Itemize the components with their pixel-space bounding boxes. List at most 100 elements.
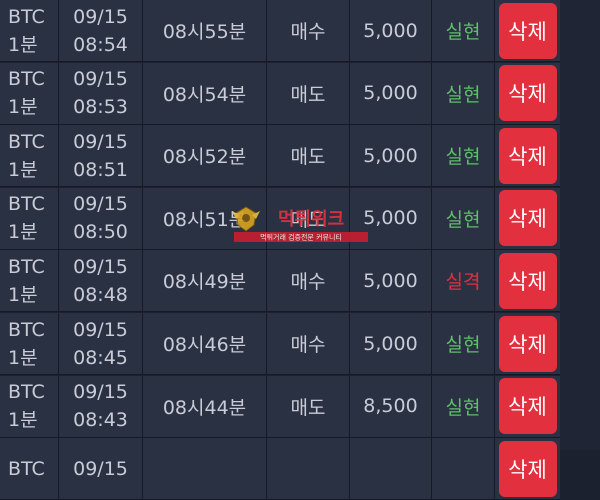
trade-result: 실현: [445, 208, 481, 231]
table-row: BTC 1분 09/15 08:45 08시46분 매수 5,000 실현 삭제: [0, 313, 560, 375]
datetime-cell: 09/15 08:48: [59, 250, 143, 313]
trade-result: 실현: [445, 396, 481, 419]
table-row: BTC 1분 09/15 08:51 08시52분 매도 5,000 실현 삭제: [0, 125, 560, 188]
table-row: BTC 1분 09/15 08:43 08시44분 매도 8,500 실현 삭제: [0, 375, 560, 438]
table-row: BTC 09/15 삭제: [0, 438, 560, 500]
symbol-cell: BTC 1분: [0, 0, 59, 62]
delete-button[interactable]: 삭제: [498, 378, 557, 435]
symbol-name: BTC: [8, 457, 45, 480]
trade-amount: 5,000: [363, 269, 418, 292]
trade-clock: 08:43: [73, 409, 128, 432]
datetime-cell: 09/15 08:45: [59, 313, 143, 375]
symbol-name: BTC: [8, 255, 45, 278]
trade-side: 매수: [290, 271, 326, 294]
action-cell: 삭제: [495, 438, 560, 500]
result-cell: 실현: [432, 125, 495, 188]
round-cell: 08시54분: [143, 62, 267, 125]
trade-side: 매도: [290, 396, 326, 419]
round-time: 08시55분: [162, 21, 247, 43]
datetime-cell: 09/15 08:43: [59, 375, 143, 438]
scroll-track[interactable]: [560, 0, 600, 450]
trade-result: 실현: [445, 146, 481, 169]
round-time: 08시49분: [162, 271, 247, 294]
delete-button[interactable]: 삭제: [498, 190, 557, 247]
trade-date: 09/15: [73, 5, 128, 28]
trade-clock: 08:48: [73, 283, 128, 306]
round-cell: 08시49분: [143, 250, 267, 313]
symbol-cell: BTC 1분: [0, 187, 59, 250]
side-cell: 매도: [267, 125, 350, 188]
round-time: 08시54분: [162, 83, 247, 106]
round-cell: [143, 438, 267, 500]
symbol-interval: 1분: [8, 283, 38, 306]
datetime-cell: 09/15 08:53: [59, 62, 143, 125]
symbol-name: BTC: [8, 193, 45, 216]
symbol-cell: BTC 1분: [0, 125, 59, 188]
symbol-name: BTC: [8, 381, 45, 404]
side-cell: 매도: [267, 62, 350, 125]
delete-button[interactable]: 삭제: [498, 65, 557, 122]
datetime-cell: 09/15 08:54: [59, 0, 143, 62]
result-cell: 실현: [432, 62, 495, 125]
trade-date: 09/15: [73, 193, 128, 216]
amount-cell: 5,000: [350, 62, 432, 125]
amount-cell: [350, 438, 432, 500]
result-cell: 실현: [432, 313, 495, 375]
trade-clock: 08:51: [73, 158, 128, 181]
trade-result: 실격: [445, 271, 481, 294]
symbol-name: BTC: [8, 68, 45, 91]
symbol-cell: BTC 1분: [0, 62, 59, 125]
action-cell: 삭제: [495, 188, 560, 250]
gold-wing-badge-icon: [232, 206, 260, 232]
round-time: 08시44분: [162, 396, 247, 419]
side-cell: 매수: [267, 0, 350, 62]
delete-button[interactable]: 삭제: [498, 2, 557, 59]
amount-cell: 5,000: [350, 125, 432, 188]
action-cell: 삭제: [495, 63, 560, 125]
round-cell: 08시44분: [143, 375, 267, 438]
symbol-interval: 1분: [8, 158, 38, 181]
symbol-interval: 1분: [8, 346, 38, 369]
symbol-cell: BTC 1분: [0, 375, 59, 438]
result-cell: 실현: [432, 375, 495, 438]
trade-date: 09/15: [73, 457, 128, 480]
delete-button[interactable]: 삭제: [498, 127, 557, 184]
round-cell: 08시46분: [143, 313, 267, 375]
symbol-cell: BTC 1분: [0, 313, 59, 375]
trade-result: 실현: [445, 83, 481, 106]
trade-date: 09/15: [73, 381, 128, 404]
delete-button[interactable]: 삭제: [498, 252, 557, 309]
action-cell: 삭제: [495, 250, 560, 313]
trade-amount: 5,000: [363, 332, 418, 355]
datetime-cell: 09/15: [59, 438, 143, 500]
side-cell: 매수: [267, 250, 350, 313]
symbol-interval: 1분: [8, 33, 38, 56]
table-row: BTC 1분 09/15 08:53 08시54분 매도 5,000 실현 삭제: [0, 62, 560, 125]
symbol-name: BTC: [8, 130, 45, 153]
result-cell: 실현: [432, 187, 495, 250]
symbol-interval: 1분: [8, 409, 38, 432]
symbol-cell: BTC 1분: [0, 250, 59, 313]
trade-side: 매수: [290, 21, 326, 43]
trade-date: 09/15: [73, 68, 128, 91]
watermark-logo: 먹튀위크 먹튀거래 검증전문 커뮤니티: [232, 206, 368, 242]
table-row: BTC 1분 09/15 08:54 08시55분 매수 5,000 실현 삭제: [0, 0, 560, 62]
trade-clock: 08:45: [73, 346, 128, 369]
trade-side: 매도: [290, 146, 326, 169]
trade-result: 실현: [445, 334, 481, 356]
action-cell: 삭제: [495, 125, 560, 188]
action-cell: 삭제: [495, 313, 560, 375]
amount-cell: 5,000: [350, 313, 432, 375]
watermark-subtitle: 먹튀거래 검증전문 커뮤니티: [260, 233, 342, 242]
delete-button[interactable]: 삭제: [498, 315, 557, 372]
amount-cell: 5,000: [350, 250, 432, 313]
trade-side: 매도: [290, 83, 326, 106]
trade-amount: 8,500: [363, 395, 418, 418]
symbol-interval: 1분: [8, 221, 38, 244]
side-cell: 매도: [267, 375, 350, 438]
symbol-interval: 1분: [8, 96, 38, 119]
delete-button[interactable]: 삭제: [498, 440, 557, 497]
watermark-title: 먹튀위크: [278, 209, 344, 230]
trade-amount: 5,000: [363, 19, 418, 42]
symbol-name: BTC: [8, 318, 45, 341]
